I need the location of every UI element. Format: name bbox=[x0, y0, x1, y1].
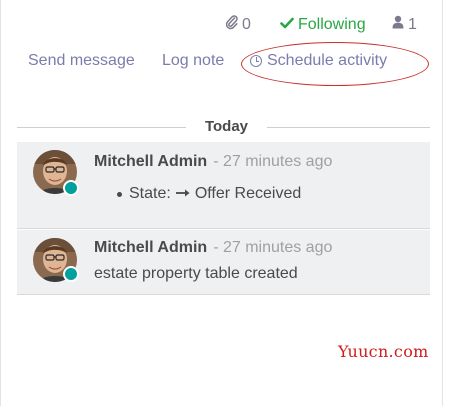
following-label: Following bbox=[298, 16, 366, 33]
paperclip-icon bbox=[225, 14, 238, 37]
date-separator: Today bbox=[17, 117, 430, 137]
message-item: Mitchell Admin - 27 minutes ago estate pr… bbox=[17, 230, 430, 295]
attachments-count: 0 bbox=[242, 16, 251, 33]
message-date: - 27 minutes ago bbox=[213, 153, 333, 170]
message-author[interactable]: Mitchell Admin bbox=[94, 153, 207, 170]
log-note-button[interactable]: Log note bbox=[162, 50, 224, 72]
message-date: - 27 minutes ago bbox=[213, 239, 333, 256]
message-body: estate property table created bbox=[94, 265, 298, 282]
followers-count: 1 bbox=[408, 16, 417, 33]
online-status-dot bbox=[63, 180, 79, 196]
message-header: Mitchell Admin - 27 minutes ago bbox=[94, 152, 332, 172]
schedule-activity-label: Schedule activity bbox=[267, 52, 388, 69]
schedule-activity-button[interactable]: Schedule activity bbox=[250, 50, 387, 72]
online-status-dot bbox=[63, 266, 79, 282]
watermark-text: Yuucn.com bbox=[338, 342, 429, 361]
message-item: Mitchell Admin - 27 minutes ago State: Of… bbox=[17, 142, 430, 229]
chatter-panel: 0 Following 1 Send message Log note Sche… bbox=[0, 0, 449, 406]
separator-line-right bbox=[267, 127, 430, 128]
chatter-actions: Send message Log note Schedule activity bbox=[0, 50, 449, 72]
following-button[interactable]: Following bbox=[280, 14, 366, 36]
tracking-new-value: Offer Received bbox=[194, 185, 302, 202]
message-author[interactable]: Mitchell Admin bbox=[94, 239, 207, 256]
check-icon bbox=[280, 14, 294, 36]
user-icon bbox=[392, 14, 404, 36]
separator-line-left bbox=[17, 127, 186, 128]
message-header: Mitchell Admin - 27 minutes ago bbox=[94, 238, 332, 258]
clock-icon bbox=[250, 55, 262, 67]
tracking-value-change: State: Offer Received bbox=[117, 184, 302, 204]
attachments-button[interactable]: 0 bbox=[225, 14, 251, 37]
chatter-topbar: 0 Following 1 bbox=[0, 14, 449, 36]
followers-button[interactable]: 1 bbox=[392, 14, 417, 36]
arrow-right-icon bbox=[175, 184, 191, 204]
bullet-icon bbox=[117, 192, 122, 197]
tracking-field-name: State: bbox=[129, 185, 171, 202]
send-message-button[interactable]: Send message bbox=[28, 50, 135, 72]
separator-label: Today bbox=[204, 118, 249, 135]
